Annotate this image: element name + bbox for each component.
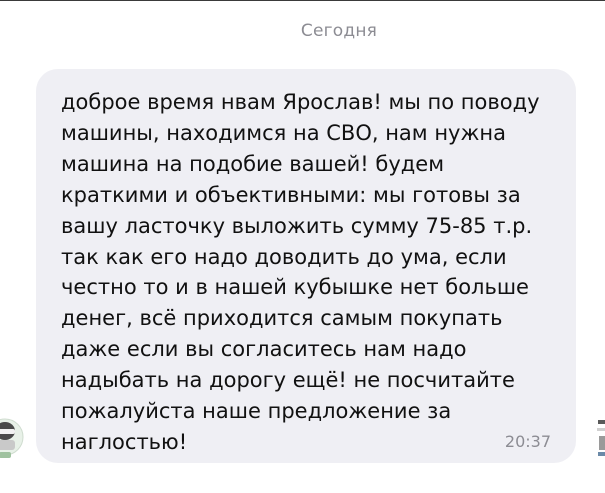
top-divider-line xyxy=(0,0,605,1)
sender-avatar-icon[interactable] xyxy=(0,412,24,462)
message-bubble[interactable]: доброе время нвам Ярослав! мы по поводу … xyxy=(36,69,576,463)
date-divider: Сегодня xyxy=(300,21,378,41)
message-text: доброе время нвам Ярослав! мы по поводу … xyxy=(61,90,540,454)
avatar-figure-icon xyxy=(597,420,605,456)
recipient-avatar-icon[interactable] xyxy=(596,412,605,462)
avatar-figure-icon xyxy=(0,418,24,458)
message-timestamp: 20:37 xyxy=(504,432,551,451)
